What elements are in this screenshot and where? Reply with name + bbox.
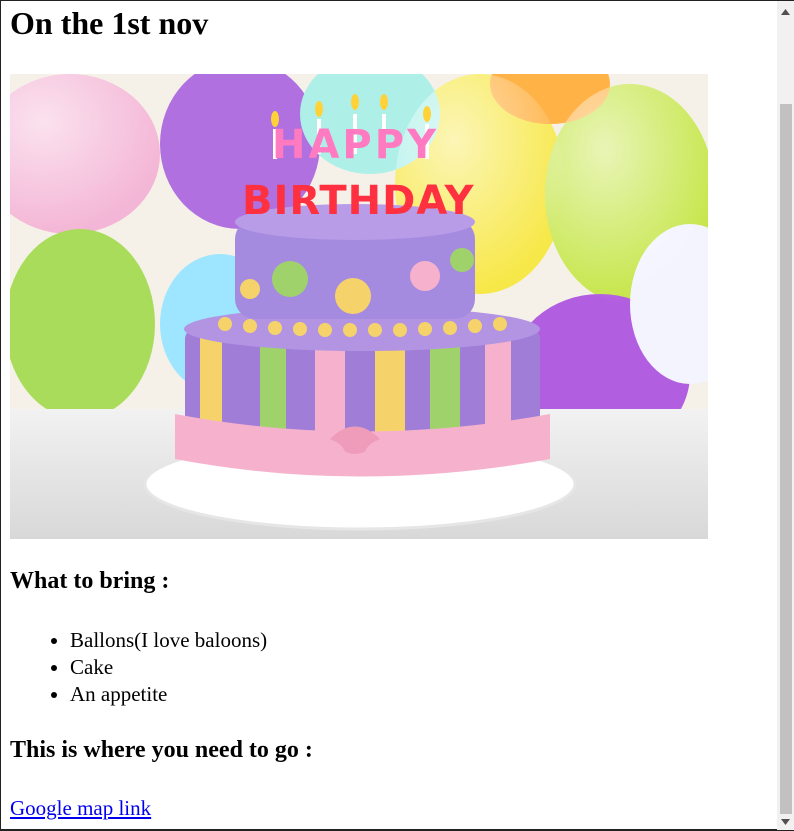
birthday-cake-illustration: HAPPY BIRTHDAY xyxy=(10,74,708,539)
where-to-go-heading: This is where you need to go : xyxy=(10,737,313,763)
google-map-link[interactable]: Google map link xyxy=(10,796,151,821)
what-to-bring-heading: What to bring : xyxy=(10,568,170,594)
scroll-up-arrow-icon[interactable] xyxy=(777,3,794,20)
svg-text:BIRTHDAY: BIRTHDAY xyxy=(242,178,474,224)
scroll-down-arrow-icon[interactable] xyxy=(777,813,794,830)
birthday-cake-image: HAPPY BIRTHDAY xyxy=(10,74,708,539)
bring-list: Ballons(I love baloons) Cake An appetite xyxy=(10,627,267,708)
list-item: Ballons(I love baloons) xyxy=(70,627,267,654)
vertical-scrollbar[interactable] xyxy=(777,1,794,830)
list-item: An appetite xyxy=(70,681,267,708)
scrollbar-thumb[interactable] xyxy=(780,104,792,814)
page-title: On the 1st nov xyxy=(10,5,209,41)
list-item: Cake xyxy=(70,654,267,681)
svg-text:HAPPY: HAPPY xyxy=(272,122,439,168)
